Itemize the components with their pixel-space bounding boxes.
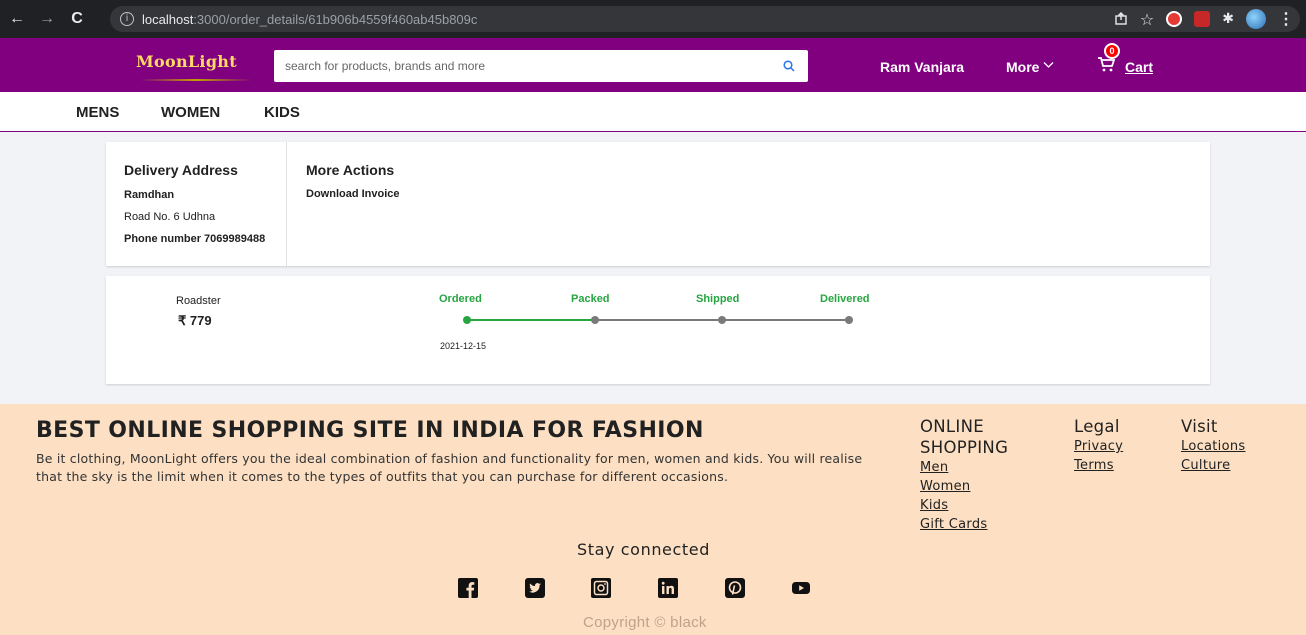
more-menu[interactable]: More — [1006, 59, 1039, 75]
step-delivered-dot — [845, 316, 853, 324]
step-ordered-dot — [463, 316, 471, 324]
footer-link-gift-cards[interactable]: Gift Cards — [920, 515, 1040, 534]
category-women[interactable]: WOMEN — [161, 104, 220, 121]
tracking-progress — [467, 319, 595, 321]
customer-name: Ramdhan — [124, 189, 175, 201]
footer-link-men[interactable]: Men — [920, 458, 1040, 477]
online-shopping-title: ONLINE SHOPPING — [920, 417, 1009, 457]
stay-connected-label: Stay connected — [577, 540, 710, 559]
category-mens[interactable]: MENS — [76, 104, 119, 121]
cart-link[interactable]: Cart — [1125, 59, 1153, 75]
delivery-address-title: Delivery Address — [124, 162, 238, 178]
footer-title: BEST ONLINE SHOPPING SITE IN INDIA FOR F… — [36, 418, 704, 443]
delivery-address-section: Delivery Address Ramdhan Road No. 6 Udhn… — [106, 142, 287, 266]
user-account-link[interactable]: Ram Vanjara — [880, 59, 964, 75]
extension-red-icon[interactable] — [1166, 11, 1183, 27]
ordered-date: 2021-12-15 — [440, 341, 487, 351]
step-delivered-label: Delivered — [820, 293, 870, 305]
star-icon[interactable]: ☆ — [1140, 10, 1154, 29]
copyright-text: Copyright © black — [583, 614, 707, 631]
url-host: localhost — [142, 11, 194, 27]
profile-avatar-icon[interactable] — [1246, 9, 1266, 29]
footer-description: Be it clothing, MoonLight offers you the… — [36, 451, 863, 484]
forward-icon[interactable]: → — [34, 10, 60, 28]
step-packed-label: Packed — [571, 293, 610, 305]
browser-toolbar: ← → C i localhost :3000/order_details/61… — [0, 0, 1306, 38]
product-price: ₹ 779 — [178, 313, 212, 328]
legal-title: Legal — [1074, 417, 1120, 436]
step-shipped-dot — [718, 316, 726, 324]
category-kids[interactable]: KIDS — [264, 104, 300, 121]
online-shopping-column: ONLINE SHOPPING Men Women Kids Gift Card… — [920, 416, 1040, 534]
url-path: :3000/order_details/61b906b4559f460ab45b… — [193, 11, 478, 27]
site-logo[interactable]: MoonLight — [136, 52, 237, 71]
footer-link-privacy[interactable]: Privacy — [1074, 437, 1123, 456]
info-icon[interactable]: i — [120, 12, 134, 26]
phone-number: Phone number 7069989488 — [124, 233, 266, 245]
linkedin-icon[interactable] — [658, 578, 678, 598]
search-input[interactable] — [274, 50, 808, 82]
step-shipped-label: Shipped — [696, 293, 740, 305]
facebook-icon[interactable] — [458, 578, 478, 598]
product-brand: Roadster — [176, 295, 221, 307]
menu-kebab-icon[interactable]: ⋮ — [1278, 9, 1294, 29]
twitter-icon[interactable] — [525, 578, 545, 598]
address-line: Road No. 6 Udhna — [124, 211, 216, 223]
site-header: MoonLight Ram Vanjara More 0 Cart — [0, 38, 1306, 92]
logo-underline — [140, 79, 252, 81]
extension-grid-icon[interactable] — [1194, 11, 1211, 27]
address-card: Delivery Address Ramdhan Road No. 6 Udhn… — [106, 142, 1210, 266]
visit-title: Visit — [1181, 417, 1218, 436]
puzzle-icon[interactable]: ✱ — [1222, 11, 1234, 27]
share-icon[interactable] — [1114, 12, 1128, 26]
step-ordered-label: Ordered — [439, 293, 482, 305]
reload-icon[interactable]: C — [64, 10, 90, 28]
category-nav: MENS WOMEN KIDS — [0, 92, 1306, 132]
visit-column: Visit Locations Culture — [1181, 416, 1245, 475]
order-item-card: Roadster ₹ 779 Ordered Packed Shipped De… — [106, 276, 1210, 384]
footer-link-women[interactable]: Women — [920, 477, 1040, 496]
back-icon[interactable]: ← — [4, 10, 30, 28]
chevron-down-icon — [1043, 62, 1054, 68]
site-footer: BEST ONLINE SHOPPING SITE IN INDIA FOR F… — [0, 404, 1306, 635]
footer-link-culture[interactable]: Culture — [1181, 456, 1245, 475]
step-packed-dot — [591, 316, 599, 324]
more-actions-title: More Actions — [306, 162, 395, 178]
extension-icons: ☆ ✱ ⋮ — [1114, 9, 1294, 29]
footer-link-kids[interactable]: Kids — [920, 496, 1040, 515]
footer-link-terms[interactable]: Terms — [1074, 456, 1123, 475]
legal-column: Legal Privacy Terms — [1074, 416, 1123, 475]
pinterest-icon[interactable] — [725, 578, 745, 598]
youtube-icon[interactable] — [791, 578, 811, 598]
download-invoice-link[interactable]: Download Invoice — [306, 188, 400, 200]
footer-link-locations[interactable]: Locations — [1181, 437, 1245, 456]
search-icon[interactable] — [783, 60, 795, 72]
cart-count-badge: 0 — [1104, 43, 1120, 59]
instagram-icon[interactable] — [591, 578, 611, 598]
